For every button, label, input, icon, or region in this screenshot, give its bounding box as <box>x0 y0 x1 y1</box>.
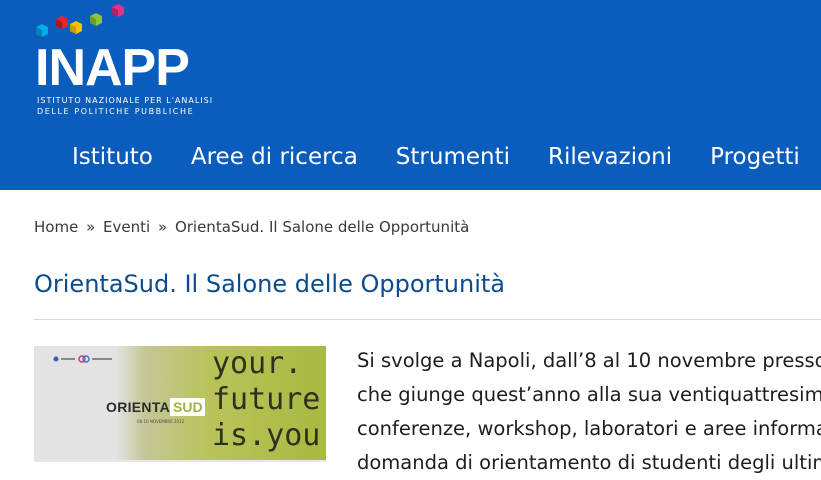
description-line: che giunge quest’anno alla sua ventiquat… <box>357 383 821 406</box>
inapp-logo[interactable]: INAPP ISTITUTO NAZIONALE PER L'ANALISI D… <box>34 4 214 116</box>
logo-wordmark: INAPP <box>35 39 190 97</box>
description-line: domanda di orientamento di studenti degl… <box>357 451 821 474</box>
image-caption-strip <box>34 460 326 462</box>
breadcrumb-current: OrientaSud. Il Salone delle Opportunità <box>174 218 470 236</box>
event-image[interactable]: ORIENTA SUD 08-10 NOVEMBRE 2022 your. fu… <box>34 346 326 462</box>
logo-subtitle-line2: DELLE POLITICHE PUBBLICHE <box>37 107 195 116</box>
breadcrumb: Home » Eventi » OrientaSud. Il Salone de… <box>34 218 469 236</box>
image-slogan: your. future. is.you <box>212 346 326 453</box>
nav-link-strumenti[interactable]: Strumenti <box>396 144 510 170</box>
nav-item-strumenti: Strumenti <box>396 142 510 172</box>
main-nav: Istituto Aree di ricerca Strumenti Rilev… <box>72 142 821 172</box>
description-line: Si svolge a Napoli, dall’8 al 10 novembr… <box>357 349 821 372</box>
nav-link-istituto[interactable]: Istituto <box>72 144 153 170</box>
breadcrumb-eventi-link[interactable]: Eventi <box>103 218 150 236</box>
nav-item-rilevazioni: Rilevazioni <box>548 142 672 172</box>
nav-link-aree-di-ricerca[interactable]: Aree di ricerca <box>191 144 358 170</box>
description-line: conferenze, workshop, laboratori e aree … <box>357 417 821 440</box>
nav-item-aree-di-ricerca: Aree di ricerca <box>191 142 358 172</box>
nav-item-istituto: Istituto <box>72 142 153 172</box>
image-brand-text: ORIENTA <box>106 399 171 415</box>
nav-link-progetti[interactable]: Progetti <box>710 144 800 170</box>
logo-subtitle-line1: ISTITUTO NAZIONALE PER L'ANALISI <box>37 96 214 105</box>
site-header: INAPP ISTITUTO NAZIONALE PER L'ANALISI D… <box>0 0 821 190</box>
logo-cubes-icon <box>36 4 124 37</box>
image-brand-highlight: SUD <box>170 398 205 416</box>
breadcrumb-separator: » <box>157 218 168 236</box>
nav-link-rilevazioni[interactable]: Rilevazioni <box>548 144 672 170</box>
breadcrumb-separator: » <box>86 218 96 236</box>
page-title: OrientaSud. Il Salone delle Opportunità <box>34 270 505 298</box>
partner-logos-icon <box>53 355 112 363</box>
nav-item-progetti: Progetti <box>710 142 800 172</box>
breadcrumb-home-link[interactable]: Home <box>34 218 78 236</box>
title-divider <box>34 319 821 320</box>
event-description: Si svolge a Napoli, dall’8 al 10 novembr… <box>357 344 821 480</box>
image-dates: 08-10 NOVEMBRE 2022 <box>137 419 185 424</box>
